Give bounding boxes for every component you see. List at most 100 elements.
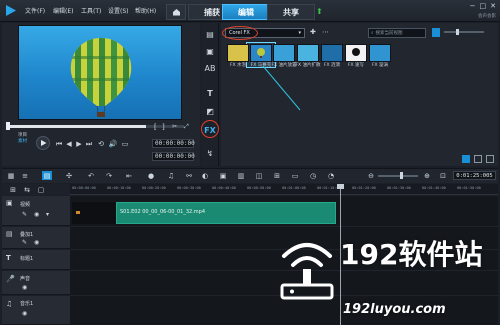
thumbnail-oil-spread[interactable] [297, 44, 319, 62]
upload-arrow-icon[interactable]: ⬆ [316, 8, 324, 16]
subtitle-icon[interactable]: ▭ [290, 171, 300, 180]
auto-music-icon[interactable]: ♫ [166, 171, 176, 180]
library-options-icon[interactable] [474, 155, 482, 163]
timeline-view-icon[interactable]: ≡ [20, 171, 30, 180]
mute-icon[interactable]: ◉ [34, 211, 39, 218]
motion-track-icon[interactable]: ⊞ [272, 171, 282, 180]
app-name: 会声会影 [478, 14, 496, 19]
video-preview[interactable] [18, 25, 182, 120]
volume-icon[interactable]: 🔊 [108, 139, 118, 149]
track-header-overlay[interactable]: ▤ 叠加1 ✎ ◉ [2, 227, 70, 249]
title-icon[interactable]: T [204, 87, 216, 99]
home-button[interactable] [166, 4, 186, 20]
search-input[interactable]: ⌕ 搜索当前视图 [368, 28, 426, 38]
minimize-icon[interactable]: − [470, 2, 476, 10]
timeline-timecode[interactable]: 0:01:25:005 [453, 171, 496, 180]
split-screen-icon[interactable]: ◫ [254, 171, 264, 180]
undo-icon[interactable]: ↶ [86, 171, 96, 180]
link-icon[interactable]: ⚯ [184, 171, 194, 180]
track-header-voice[interactable]: 🎤 声音 ◉ [2, 271, 70, 295]
track-header-video[interactable]: ▣ 视频 ✎ ◉ ▾ [2, 196, 70, 226]
mask-icon[interactable]: ◐ [200, 171, 210, 180]
search-icon: ⌕ [371, 31, 374, 36]
media-icon[interactable]: ▤ [204, 28, 216, 40]
scrub-handle[interactable] [6, 122, 10, 130]
thumbnail-swirl[interactable] [369, 44, 391, 62]
menu-file[interactable]: 文件(F) [25, 6, 45, 15]
play-icon [41, 140, 47, 146]
ripple-edit-icon[interactable]: ⇆ [22, 185, 32, 194]
split-clip-icon[interactable]: ✂ [172, 123, 177, 130]
track-manager-icon[interactable]: ✣ [64, 171, 74, 180]
edit-icon[interactable]: ✎ [22, 211, 27, 218]
repeat-icon[interactable]: ⟲ [96, 139, 106, 149]
maximize-icon[interactable]: □ [480, 2, 487, 10]
volume-icon[interactable]: ◉ [22, 310, 27, 317]
track-header-title[interactable]: T 标题1 [2, 250, 70, 270]
next-frame-icon[interactable]: ▶ [74, 139, 84, 149]
timeline-mode-icon[interactable]: ▤ [42, 171, 52, 180]
graphic-icon[interactable]: ◩ [204, 105, 216, 117]
thumbnail-size-handle[interactable] [456, 29, 459, 35]
path-icon[interactable]: ↯ [204, 147, 216, 159]
app-logo-icon [6, 5, 16, 16]
player-timecode[interactable]: 00:00:00:00 [152, 139, 195, 148]
lock-icon[interactable]: ▢ [36, 185, 46, 194]
add-track-icon[interactable]: ⊞ [8, 185, 18, 194]
transition-icon[interactable]: AB [204, 62, 216, 74]
edit-icon[interactable]: ✎ [22, 239, 27, 246]
balloon-sketch-icon [352, 48, 360, 56]
thumbnail-oil-place[interactable] [273, 44, 295, 62]
play-mode-labels[interactable]: 项目 素材 [18, 133, 27, 145]
zoom-in-icon[interactable]: ⊕ [422, 171, 432, 180]
tab-share[interactable]: 共享 [267, 4, 315, 20]
fit-icon[interactable]: ⇤ [124, 171, 134, 180]
hd-preview-icon[interactable]: ▭ [120, 139, 130, 149]
zoom-slider[interactable] [378, 175, 418, 177]
color-grading-icon[interactable]: ◔ [326, 171, 336, 180]
mute-icon[interactable]: ◉ [34, 239, 39, 246]
fullscreen-icon[interactable]: ⤢ [184, 123, 189, 131]
add-gallery-icon[interactable]: ✚ [310, 28, 316, 36]
fit-to-window-icon[interactable]: ⊡ [438, 171, 448, 180]
thumbnail-sketch[interactable] [345, 44, 367, 62]
clip-mode-label[interactable]: 素材 [18, 139, 27, 145]
speed-icon[interactable]: ◷ [308, 171, 318, 180]
mark-out-icon[interactable]: ] [162, 123, 165, 131]
chevron-down-icon: ▾ [298, 30, 301, 36]
tab-edit[interactable]: 编辑 [222, 4, 270, 20]
storyboard-view-icon[interactable]: ▦ [6, 171, 16, 180]
go-start-icon[interactable]: ⏮ [54, 139, 64, 149]
go-end-icon[interactable]: ⏭ [84, 139, 94, 149]
zoom-out-icon[interactable]: ⊖ [366, 171, 376, 180]
thumbnail-size-slider[interactable] [444, 31, 484, 33]
thumbnail-bubble[interactable] [227, 44, 249, 62]
play-button[interactable] [36, 136, 50, 150]
thumbnail-mosaic[interactable] [250, 44, 272, 62]
track-visibility-icon[interactable]: ▾ [46, 211, 49, 218]
clip-thumbnail-strip[interactable] [72, 202, 116, 224]
filter-options-icon[interactable]: ⋯ [322, 28, 329, 36]
mark-in-icon[interactable]: [ [154, 123, 157, 131]
record-icon[interactable]: ● [146, 171, 156, 180]
previous-frame-icon[interactable]: ◀ [64, 139, 74, 149]
menu-settings[interactable]: 设置(S) [108, 6, 129, 15]
list-view-icon[interactable] [432, 28, 440, 37]
timeline-playhead-handle[interactable] [337, 184, 344, 189]
volume-icon[interactable]: ◉ [22, 284, 27, 291]
track-header-music[interactable]: ♫ 音乐1 ◉ [2, 296, 70, 325]
player-duration[interactable]: 00:00:00:00 [152, 152, 195, 161]
menu-edit[interactable]: 编辑(E) [53, 6, 73, 15]
collapse-panel-icon[interactable] [486, 155, 494, 163]
multi-camera-icon[interactable]: ▣ [218, 171, 228, 180]
zoom-slider-handle[interactable] [400, 172, 403, 179]
options-panel-icon[interactable] [462, 155, 470, 163]
clip-thumbnail-marker [76, 211, 80, 214]
menu-tools[interactable]: 工具(T) [81, 6, 101, 15]
redo-icon[interactable]: ↷ [104, 171, 114, 180]
instant-project-icon[interactable]: ▣ [204, 45, 216, 57]
menu-help[interactable]: 帮助(H) [135, 6, 156, 15]
close-icon[interactable]: ✕ [490, 2, 496, 10]
thumbnail-ripple[interactable] [321, 44, 343, 62]
3d-title-icon[interactable]: ▥ [236, 171, 246, 180]
